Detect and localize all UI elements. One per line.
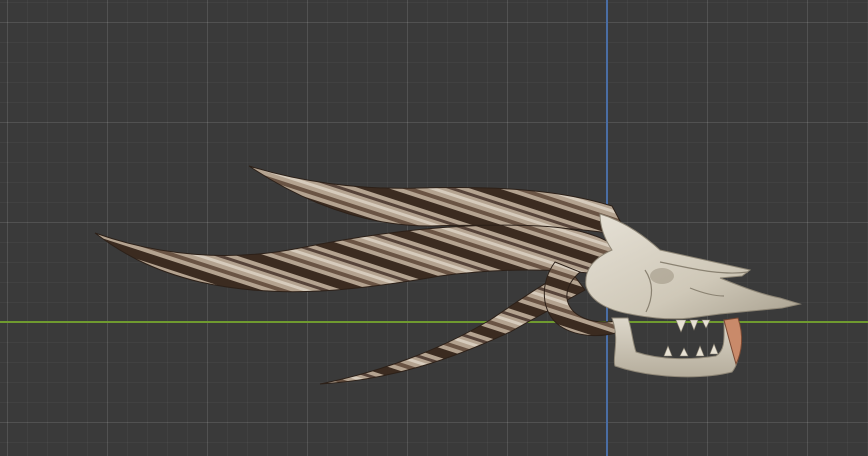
lower-jaw [611, 317, 740, 378]
eye-socket [650, 268, 674, 284]
skull-model[interactable] [0, 0, 868, 456]
3d-viewport[interactable] [0, 0, 868, 456]
upper-horn [248, 165, 629, 237]
lower-teeth [663, 343, 719, 357]
upper-teeth [675, 319, 711, 333]
long-horn [94, 224, 621, 293]
skull-cranium [585, 213, 802, 320]
